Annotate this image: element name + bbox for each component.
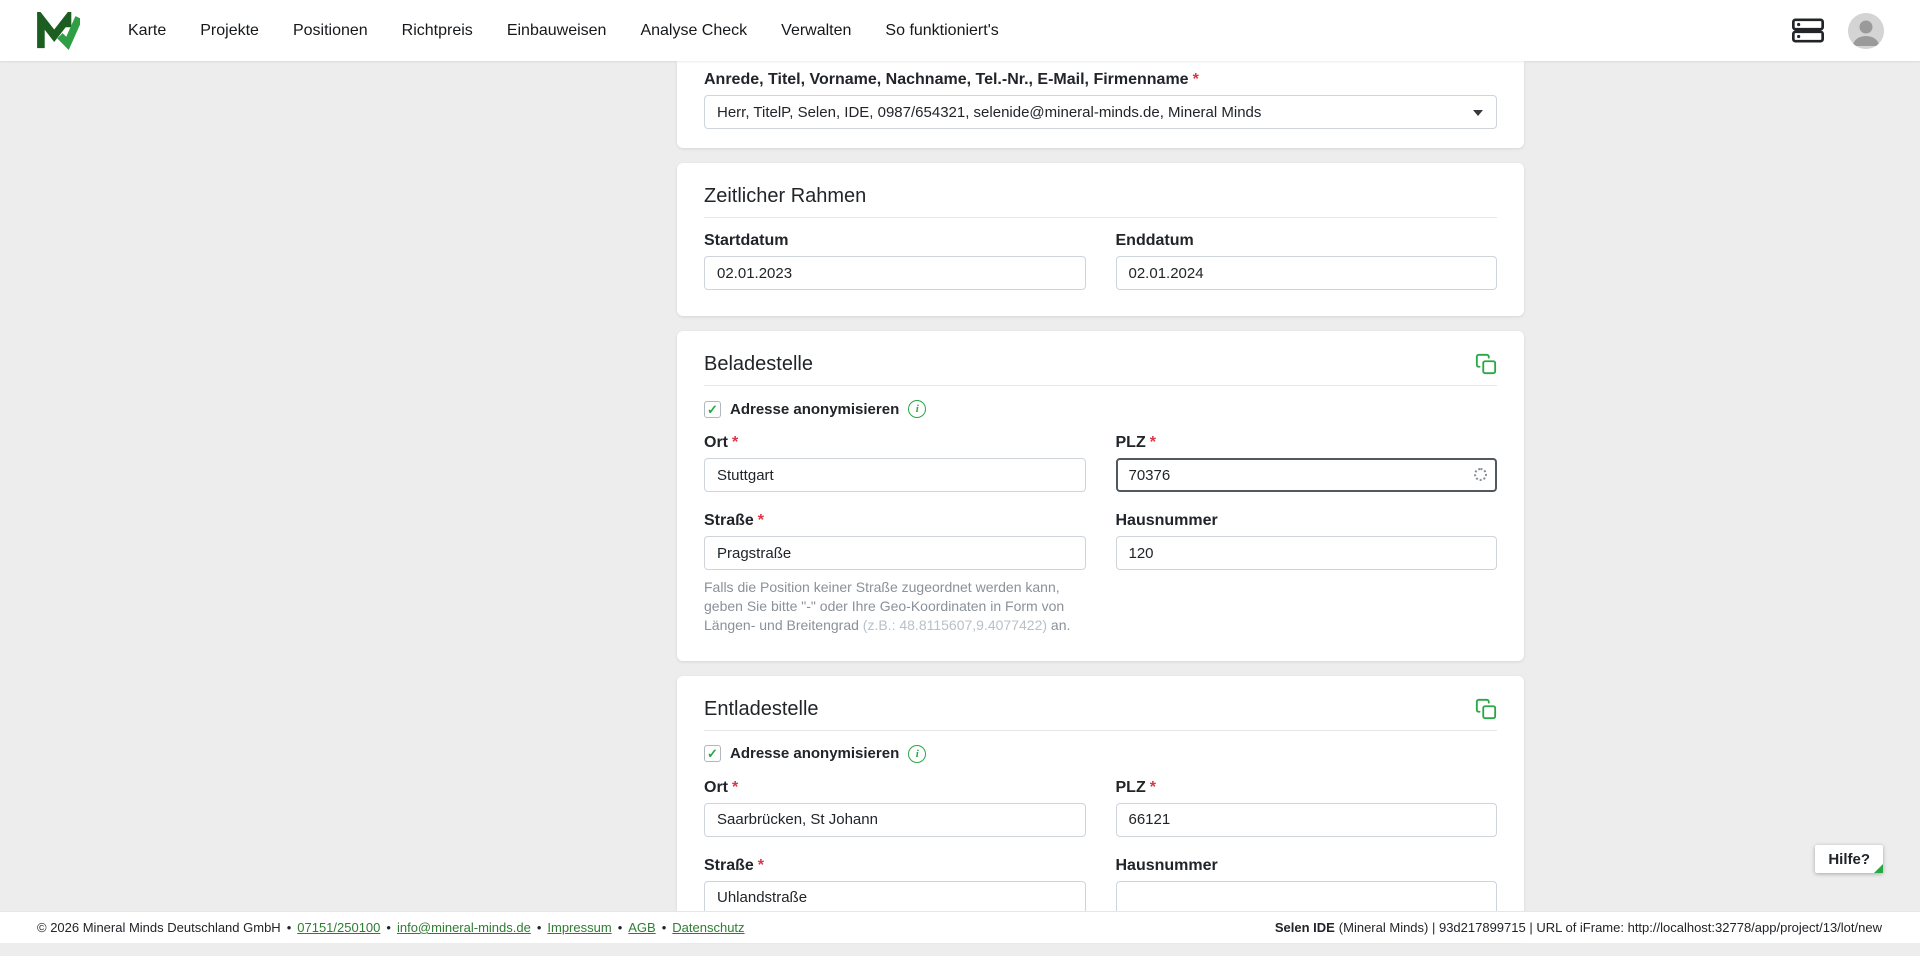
footer-link-impressum[interactable]: Impressum: [547, 920, 611, 935]
help-button[interactable]: Hilfe?: [1815, 845, 1883, 873]
user-avatar[interactable]: [1848, 13, 1884, 49]
separator: •: [618, 920, 623, 935]
navbar-right: [1792, 13, 1884, 49]
entladestelle-card: Entladestelle ✓ Adresse anonymisieren i …: [677, 676, 1524, 941]
hausnummer-input[interactable]: [1116, 536, 1498, 570]
plz-input[interactable]: [1116, 458, 1498, 492]
server-icon[interactable]: [1792, 17, 1824, 44]
timeframe-card: Zeitlicher Rahmen Startdatum Enddatum: [677, 163, 1524, 316]
nav-item-so-funktionierts[interactable]: So funktioniert's: [885, 22, 998, 40]
ort-input[interactable]: [704, 803, 1086, 837]
footer-left: © 2026 Mineral Minds Deutschland GmbH • …: [37, 920, 745, 935]
footer-session-info: (Mineral Minds) | 93d217899715 | URL of …: [1339, 920, 1882, 935]
contact-select[interactable]: Herr, TitelP, Selen, IDE, 0987/654321, s…: [704, 95, 1497, 129]
timeframe-card-title: Zeitlicher Rahmen: [704, 185, 866, 207]
beladestelle-card-title: Beladestelle: [704, 353, 813, 375]
chevron-down-icon: [1473, 110, 1483, 116]
strasse-helper-text: Falls die Position keiner Straße zugeord…: [704, 578, 1086, 635]
anonymize-label[interactable]: Adresse anonymisieren: [730, 745, 899, 762]
hausnummer-label: Hausnummer: [1116, 857, 1498, 875]
strasse-label: Straße*: [704, 512, 1086, 530]
form-content: Anrede, Titel, Vorname, Nachname, Tel.-N…: [677, 61, 1524, 956]
separator: •: [662, 920, 667, 935]
nav-item-einbauweisen[interactable]: Einbauweisen: [507, 22, 607, 40]
plz-input[interactable]: [1116, 803, 1498, 837]
strasse-input[interactable]: [704, 536, 1086, 570]
person-icon: [1848, 13, 1884, 49]
footer: © 2026 Mineral Minds Deutschland GmbH • …: [0, 911, 1920, 943]
navbar: Karte Projekte Positionen Richtpreis Ein…: [0, 0, 1920, 61]
startdatum-label: Startdatum: [704, 232, 1086, 250]
nav-item-karte[interactable]: Karte: [128, 22, 166, 40]
divider: [704, 385, 1497, 386]
required-asterisk: *: [758, 512, 764, 529]
footer-link-email[interactable]: info@mineral-minds.de: [397, 920, 531, 935]
brand-logo[interactable]: [36, 12, 80, 50]
help-button-label: Hilfe?: [1828, 851, 1870, 868]
nav-item-projekte[interactable]: Projekte: [200, 22, 259, 40]
check-icon: ✓: [707, 747, 718, 760]
contact-label-text: Anrede, Titel, Vorname, Nachname, Tel.-N…: [704, 71, 1189, 88]
required-asterisk: *: [1150, 434, 1156, 451]
strasse-label: Straße*: [704, 857, 1086, 875]
entladestelle-card-title: Entladestelle: [704, 698, 819, 720]
required-asterisk: *: [732, 434, 738, 451]
nav-item-positionen[interactable]: Positionen: [293, 22, 368, 40]
enddatum-input[interactable]: [1116, 256, 1498, 290]
footer-app-name: Selen IDE: [1275, 920, 1335, 935]
startdatum-input[interactable]: [704, 256, 1086, 290]
nav-item-analyse-check[interactable]: Analyse Check: [640, 22, 747, 40]
anonymize-checkbox[interactable]: ✓: [704, 745, 721, 762]
separator: •: [537, 920, 542, 935]
nav-item-verwalten[interactable]: Verwalten: [781, 22, 851, 40]
main-nav: Karte Projekte Positionen Richtpreis Ein…: [128, 22, 999, 40]
loading-spinner-icon: [1474, 468, 1487, 481]
footer-link-agb[interactable]: AGB: [628, 920, 655, 935]
required-asterisk: *: [732, 779, 738, 796]
separator: •: [386, 920, 391, 935]
divider: [704, 730, 1497, 731]
check-icon: ✓: [707, 403, 718, 416]
separator: •: [287, 920, 292, 935]
required-asterisk: *: [758, 857, 764, 874]
ort-label: Ort*: [704, 779, 1086, 797]
nav-item-richtpreis[interactable]: Richtpreis: [402, 22, 473, 40]
hausnummer-input[interactable]: [1116, 881, 1498, 915]
copy-icon[interactable]: [1475, 353, 1497, 375]
footer-link-datenschutz[interactable]: Datenschutz: [672, 920, 744, 935]
copyright-text: © 2026 Mineral Minds Deutschland GmbH: [37, 920, 281, 935]
contact-select-value: Herr, TitelP, Selen, IDE, 0987/654321, s…: [717, 104, 1261, 121]
required-asterisk: *: [1150, 779, 1156, 796]
info-icon[interactable]: i: [908, 745, 926, 763]
logo-icon: [36, 12, 80, 50]
contact-card: Anrede, Titel, Vorname, Nachname, Tel.-N…: [677, 61, 1524, 148]
copy-icon[interactable]: [1475, 698, 1497, 720]
ort-input[interactable]: [704, 458, 1086, 492]
divider: [704, 217, 1497, 218]
contact-label: Anrede, Titel, Vorname, Nachname, Tel.-N…: [704, 71, 1497, 89]
plz-label: PLZ*: [1116, 434, 1498, 452]
strasse-input[interactable]: [704, 881, 1086, 915]
beladestelle-card: Beladestelle ✓ Adresse anonymisieren i O…: [677, 331, 1524, 661]
footer-link-phone[interactable]: 07151/250100: [297, 920, 380, 935]
plz-label: PLZ*: [1116, 779, 1498, 797]
anonymize-label[interactable]: Adresse anonymisieren: [730, 401, 899, 418]
anonymize-checkbox[interactable]: ✓: [704, 401, 721, 418]
ort-label: Ort*: [704, 434, 1086, 452]
enddatum-label: Enddatum: [1116, 232, 1498, 250]
info-icon[interactable]: i: [908, 400, 926, 418]
footer-debug-info: Selen IDE (Mineral Minds) | 93d217899715 …: [1275, 920, 1882, 935]
required-asterisk: *: [1193, 71, 1199, 88]
hausnummer-label: Hausnummer: [1116, 512, 1498, 530]
